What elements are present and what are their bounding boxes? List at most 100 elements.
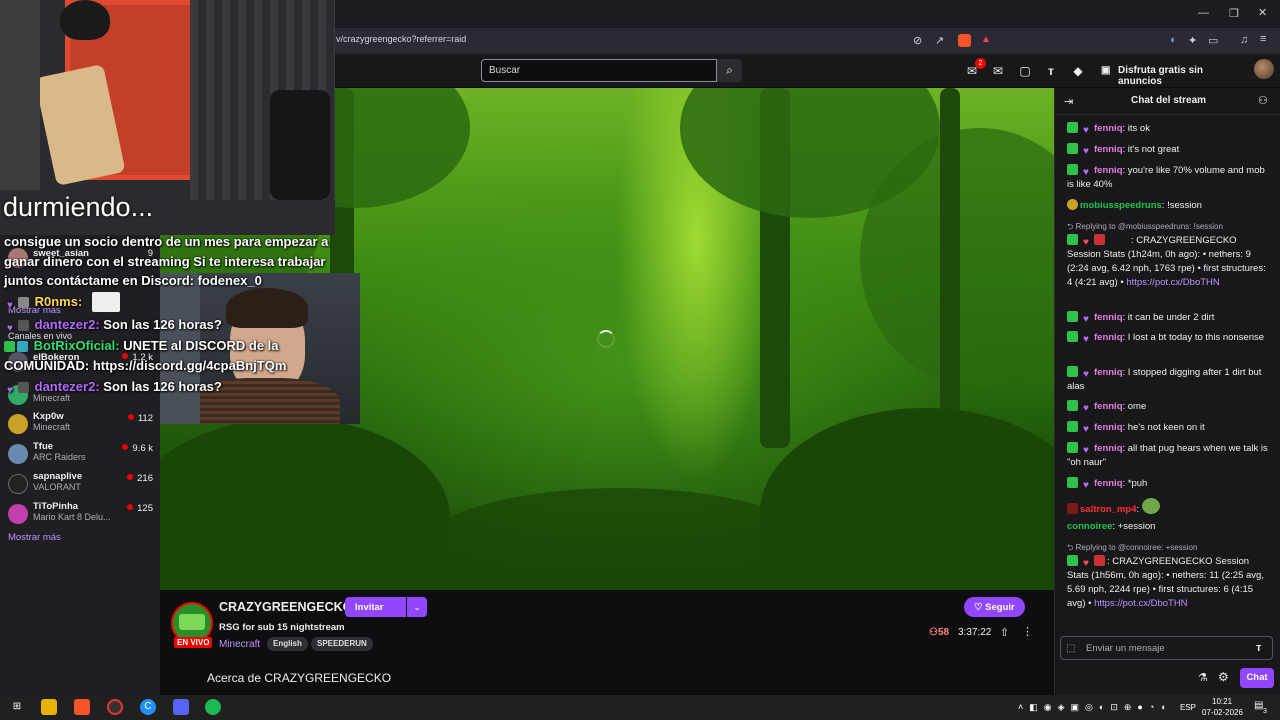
avatar xyxy=(8,474,28,494)
reply-context[interactable]: ⮌ Replying to @mobiusspeedruns: !session xyxy=(1067,221,1223,235)
tag-language[interactable]: English xyxy=(267,637,308,651)
clock-date[interactable]: 07-02-2026 xyxy=(1202,708,1243,717)
follow-button[interactable]: ♡ Seguir xyxy=(964,597,1025,617)
chat-message: ♥ fenniq: I stopped digging after 1 dirt … xyxy=(1067,366,1262,392)
overlay-chat-line: COMUNIDAD: https://discord.gg/4cpaBnjTQm xyxy=(4,358,287,373)
loading-spinner xyxy=(597,330,615,348)
discord-icon[interactable] xyxy=(173,699,189,715)
ad-free-promo-button[interactable]: ▣ Disfruta gratis sin anuncios xyxy=(1098,60,1246,87)
brave-browser-icon[interactable] xyxy=(74,699,90,715)
channel-game: Minecraft xyxy=(33,422,71,432)
url-text[interactable]: v/crazygreengecko?referrer=raid xyxy=(336,34,466,44)
turbo-icon[interactable]: ᴛ xyxy=(1044,64,1058,78)
clock-time[interactable]: 10:21 xyxy=(1212,697,1232,706)
overlay-message-line: consigue un socio dentro de un mes para … xyxy=(4,234,329,249)
about-heading: Acerca de CRAZYGREENGECKO xyxy=(207,671,392,685)
channel-game: VALORANT xyxy=(33,482,81,492)
overlay-chat-line: ♥ R0nms: xyxy=(4,292,120,312)
avatar xyxy=(8,504,28,524)
channel-game: Mario Kart 8 Delu... xyxy=(33,512,111,522)
user-avatar[interactable] xyxy=(1254,59,1274,79)
overlay-message-line: juntos contáctame en Discord: fodenex_0 xyxy=(4,273,262,288)
sidebar-channel[interactable]: Tfue ARC Raiders 9.6 k xyxy=(8,441,153,467)
channel-name: Kxp0w xyxy=(33,411,64,422)
viewer-count: 216 xyxy=(127,473,153,484)
search-input[interactable]: Buscar xyxy=(481,59,717,82)
close-icon[interactable]: ✕ xyxy=(1258,6,1267,19)
chat-message: ♥: CRAZYGREENGECKO Session Stats (1h56m,… xyxy=(1067,555,1264,609)
overlay-message-line: ganar dinero con el streaming Si te inte… xyxy=(4,254,326,269)
emote-picker-icon[interactable]: ⬚ xyxy=(1066,643,1075,654)
community-icon[interactable]: ⚇ xyxy=(1258,94,1268,107)
spotify-icon[interactable] xyxy=(205,699,221,715)
chat-message: ♥ fenniq: it can be under 2 dirt xyxy=(1067,311,1272,325)
chat-message: ♥ fenniq: all that pug hears when we talk… xyxy=(1067,442,1268,468)
tag-category[interactable]: SPEEDERUN xyxy=(311,637,373,651)
tv-icon: ▣ xyxy=(1101,65,1111,76)
avatar xyxy=(8,444,28,464)
chat-message: ♥ fenniq: he's not keen on it xyxy=(1067,421,1272,435)
channel-name: TiToPinha xyxy=(33,501,79,512)
viewer-count: 9.6 k xyxy=(122,443,153,454)
game-link[interactable]: Minecraft xyxy=(219,639,260,650)
sidebar-toggle-icon[interactable]: ▭ xyxy=(1208,34,1218,47)
channel-points-icon[interactable]: ⚗ xyxy=(1198,671,1208,684)
channel-name[interactable]: CRAZYGREENGECKO xyxy=(219,600,352,614)
inbox-icon[interactable]: ✉ xyxy=(991,64,1005,78)
person-icon: ⚇ xyxy=(929,627,938,638)
chat-send-button[interactable]: Chat xyxy=(1240,668,1274,688)
overlay-status-title: durmiendo... xyxy=(3,192,154,222)
audio-icon[interactable]: ◖ xyxy=(1169,34,1176,46)
chat-settings-icon[interactable]: ⚙ xyxy=(1218,670,1229,684)
stream-uptime: 3:37:22 xyxy=(958,627,992,638)
reader-off-icon[interactable]: ⊘ xyxy=(913,34,922,47)
maximize-icon[interactable]: ❐ xyxy=(1229,7,1239,20)
search-button[interactable]: ⌕ xyxy=(717,59,742,82)
overlay-chat-line: ♥ dantezer2: Son las 126 horas? xyxy=(7,317,222,334)
bits-cheer-icon[interactable]: ᴛ xyxy=(1256,642,1261,654)
obs-icon[interactable] xyxy=(107,699,123,715)
extensions-icon[interactable]: ✦ xyxy=(1188,34,1197,47)
chat-message: ♥: CRAZYGREENGECKO Session Stats (1h24m,… xyxy=(1067,234,1266,288)
emote-icon xyxy=(92,292,120,312)
chat-message: ♥ fenniq: its ok xyxy=(1067,122,1272,136)
media-icon[interactable]: ♫ xyxy=(1240,34,1248,46)
collapse-chat-icon[interactable]: ⇥ xyxy=(1064,95,1073,108)
more-options-icon[interactable]: ⋮ xyxy=(1022,625,1033,638)
sidebar-channel[interactable]: TiToPinha Mario Kart 8 Delu... 125 xyxy=(8,501,153,527)
whispers-icon[interactable]: ▢ xyxy=(1018,64,1032,78)
viewer-count: 112 xyxy=(127,413,153,424)
chat-message: mobiusspeedruns: !session xyxy=(1067,199,1272,213)
language-indicator[interactable]: ESP xyxy=(1180,703,1196,712)
chat-message: ♥ fenniq: you're like 70% volume and mob … xyxy=(1067,164,1265,190)
live-badge: EN VIVO xyxy=(174,637,213,648)
share-icon[interactable]: ⇧ xyxy=(1000,626,1009,639)
search-icon: ⌕ xyxy=(726,63,733,77)
bits-icon[interactable]: ◆ xyxy=(1071,64,1085,78)
reply-context[interactable]: ⮌ Replying to @connoiree: +session xyxy=(1067,542,1197,556)
menu-icon[interactable]: ≡ xyxy=(1260,33,1266,45)
invite-button[interactable]: Invitar xyxy=(345,597,406,617)
chevron-down-icon[interactable]: ⌄ xyxy=(407,597,427,617)
windows-start-icon[interactable]: ⊞ xyxy=(9,699,25,715)
channel-name: sapnaplive xyxy=(33,471,83,482)
heart-icon: ♡ xyxy=(974,602,986,613)
overlay-chat-line: ♥ dantezer2: Son las 126 horas? xyxy=(7,379,222,396)
sidebar-channel[interactable]: Kxp0w Minecraft 112 xyxy=(8,411,153,437)
minimize-icon[interactable]: — xyxy=(1198,7,1209,19)
brave-shield-icon[interactable] xyxy=(958,34,971,47)
app-c-icon[interactable]: C xyxy=(140,699,156,715)
chat-message: ♥ fenniq: it's not great xyxy=(1067,143,1272,157)
file-explorer-icon[interactable] xyxy=(41,699,57,715)
reply-icon: ⮌ xyxy=(1067,543,1076,552)
chat-input[interactable]: Enviar un mensaje xyxy=(1060,636,1273,660)
emote-icon xyxy=(1141,498,1160,514)
show-more-link[interactable]: Mostrar más xyxy=(8,532,61,543)
system-tray-icons[interactable]: ˄◧◉◈▣◎◐⊡⊕●◔◖ xyxy=(1018,702,1172,713)
overlay-chat-line: BotRixOficial: UNETE al DISCORD de la xyxy=(4,338,279,353)
reply-icon: ⮌ xyxy=(1067,222,1076,231)
sidebar-channel[interactable]: sapnaplive VALORANT 216 xyxy=(8,471,153,497)
stream-title: RSG for sub 15 nightstream xyxy=(219,622,345,633)
share-icon[interactable]: ↗ xyxy=(935,34,944,47)
rewards-icon[interactable]: ▲ xyxy=(981,34,991,45)
